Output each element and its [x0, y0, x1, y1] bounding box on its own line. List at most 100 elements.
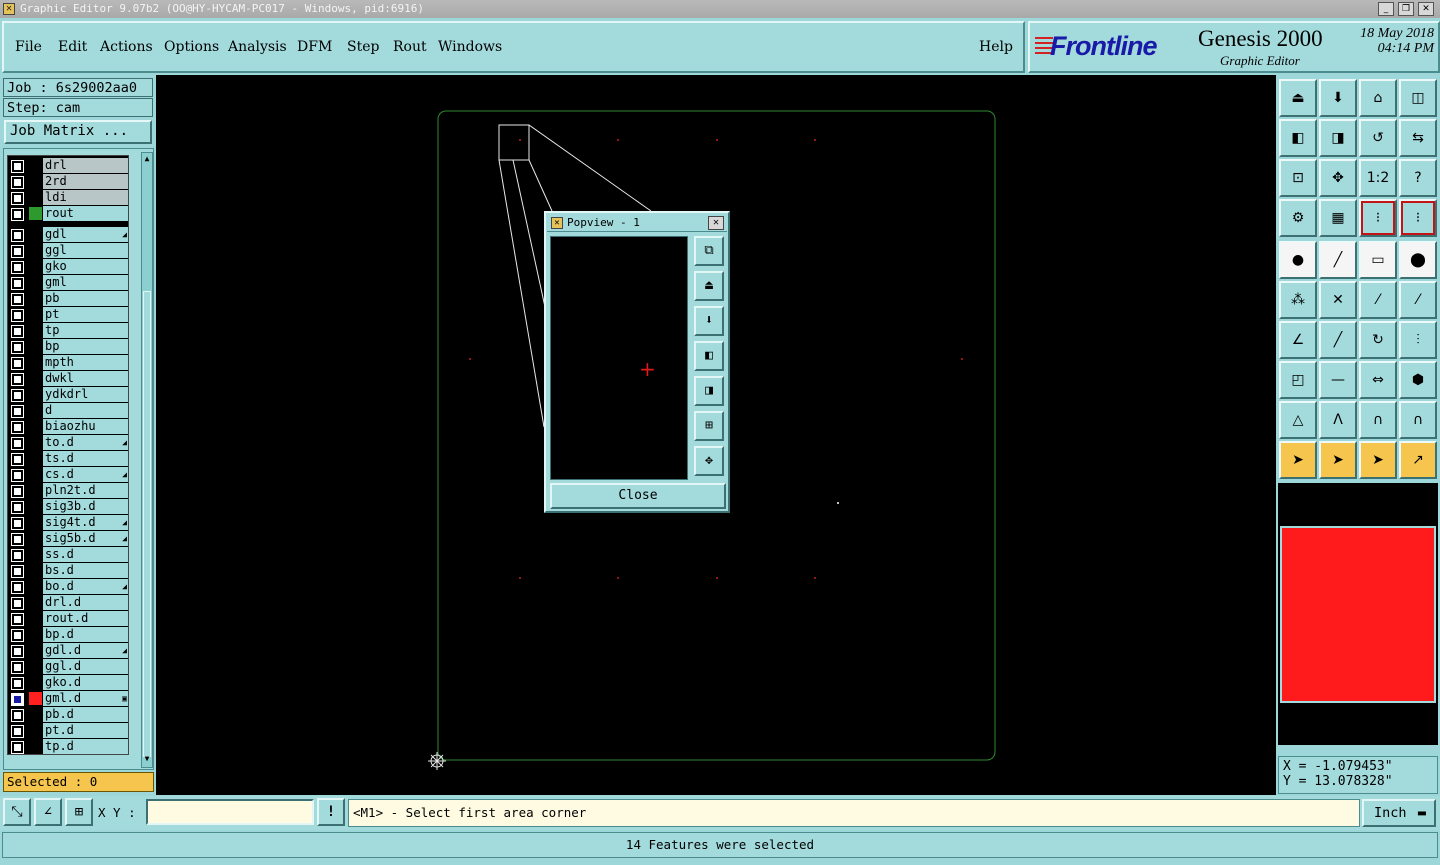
layer-checkbox[interactable]	[11, 549, 24, 562]
layer-checkbox[interactable]	[11, 693, 24, 706]
zoom-in-icon[interactable]: ⊞	[694, 411, 724, 441]
pan-down-icon[interactable]: ⬇	[694, 306, 724, 336]
layer-row[interactable]: drl.d	[8, 595, 130, 611]
layer-row[interactable]: gml	[8, 275, 130, 291]
shapes-icon[interactable]: ⬢	[1399, 361, 1437, 399]
menu-options[interactable]: Options	[164, 39, 219, 55]
align-icon[interactable]: ⫶	[1399, 321, 1437, 359]
layer-row[interactable]: sig5b.d ◢	[8, 531, 130, 547]
layer-row[interactable]: d	[8, 403, 130, 419]
pan-left-tool-icon[interactable]: ◧	[1279, 119, 1317, 157]
pan-up-icon[interactable]: ⏏	[694, 271, 724, 301]
layer-checkbox[interactable]	[11, 645, 24, 658]
menu-edit[interactable]: Edit	[58, 39, 87, 55]
layer-row[interactable]: bo.d ◢	[8, 579, 130, 595]
net-nodes-icon[interactable]: ⁂	[1279, 281, 1317, 319]
layer-row[interactable]: 2rd	[8, 174, 130, 190]
layer-checkbox[interactable]	[11, 421, 24, 434]
delete-node-icon[interactable]: ✕	[1319, 281, 1357, 319]
rotate-icon[interactable]: ↺	[1359, 119, 1397, 157]
layers-compare-icon[interactable]: ⁝	[1359, 199, 1397, 237]
layer-row[interactable]: pb.d	[8, 707, 130, 723]
angle-line-icon[interactable]: ∠	[1279, 321, 1317, 359]
pan-right-tool-icon[interactable]: ◨	[1319, 119, 1357, 157]
menu-help[interactable]: Help	[979, 39, 1013, 55]
layer-checkbox[interactable]	[11, 373, 24, 386]
layer-color-swatch[interactable]	[29, 692, 42, 705]
layer-row[interactable]: gko.d	[8, 675, 130, 691]
scroll-thumb[interactable]	[143, 291, 151, 757]
mirror-icon[interactable]: ⇆	[1399, 119, 1437, 157]
grid-icon[interactable]: ▦	[1319, 199, 1357, 237]
layer-checkbox[interactable]	[11, 741, 24, 754]
popview-close-button[interactable]: Close	[550, 483, 726, 509]
layer-checkbox[interactable]	[11, 517, 24, 530]
layer-row[interactable]: cs.d ◢	[8, 467, 130, 483]
extend-line-icon[interactable]: ⁄	[1399, 281, 1437, 319]
layer-row[interactable]: drl	[8, 158, 130, 174]
layer-checkbox[interactable]	[11, 192, 24, 205]
layer-checkbox[interactable]	[11, 389, 24, 402]
menu-rout[interactable]: Rout	[393, 39, 427, 55]
select-box-icon[interactable]: ➤	[1319, 441, 1357, 479]
layer-scrollbar[interactable]: ▲ ▼	[141, 152, 153, 768]
menu-file[interactable]: File	[15, 39, 42, 55]
layer-checkbox[interactable]	[11, 309, 24, 322]
snap-grid-icon[interactable]: ⊞	[65, 798, 93, 826]
layer-row[interactable]: gdl ◢	[8, 227, 130, 243]
pan-right-icon[interactable]: ◨	[694, 376, 724, 406]
pad-select-icon[interactable]: ⬤	[1399, 241, 1437, 279]
zoom-home-icon[interactable]: ⊡	[1279, 159, 1317, 197]
menu-analysis[interactable]: Analysis	[228, 39, 287, 55]
layer-row[interactable]: to.d ◢	[8, 435, 130, 451]
layer-checkbox[interactable]	[11, 293, 24, 306]
menu-dfm[interactable]: DFM	[297, 39, 332, 55]
layer-checkbox[interactable]	[11, 597, 24, 610]
layer-row[interactable]: pt	[8, 307, 130, 323]
zoom-window-icon[interactable]: ⧉	[694, 236, 724, 266]
layer-checkbox[interactable]	[11, 160, 24, 173]
select-step-icon[interactable]: ↗	[1399, 441, 1437, 479]
layer-checkbox[interactable]	[11, 565, 24, 578]
home-icon[interactable]: ⌂	[1359, 79, 1397, 117]
layers-snap-icon[interactable]: ⁝	[1399, 199, 1437, 237]
layer-row[interactable]: biaozhu	[8, 419, 130, 435]
layer-checkbox[interactable]	[11, 453, 24, 466]
pad-add-icon[interactable]: ●	[1279, 241, 1317, 279]
layer-color-swatch[interactable]	[29, 207, 42, 220]
layer-row[interactable]: rout	[8, 206, 130, 222]
menu-step[interactable]: Step	[347, 39, 379, 55]
layer-checkbox[interactable]	[11, 581, 24, 594]
layer-row[interactable]: pt.d	[8, 723, 130, 739]
layer-row[interactable]: gko	[8, 259, 130, 275]
layer-row[interactable]: bp.d	[8, 627, 130, 643]
layer-checkbox[interactable]	[11, 485, 24, 498]
measure-icon[interactable]: ⇔	[1359, 361, 1397, 399]
layer-row[interactable]: ydkdrl	[8, 387, 130, 403]
layer-row[interactable]: sig4t.d ◢	[8, 515, 130, 531]
layer-checkbox[interactable]	[11, 208, 24, 221]
exclaim-button[interactable]: !	[317, 798, 345, 826]
popview-canvas[interactable]: +	[550, 236, 688, 480]
layer-row[interactable]: pln2t.d	[8, 483, 130, 499]
scroll-up-icon[interactable]: ▲	[142, 154, 152, 166]
arch-icon[interactable]: ∩	[1359, 401, 1397, 439]
layer-checkbox[interactable]	[11, 533, 24, 546]
layer-checkbox[interactable]	[11, 629, 24, 642]
layer-checkbox[interactable]	[11, 677, 24, 690]
xy-input[interactable]	[146, 799, 314, 825]
layer-checkbox[interactable]	[11, 245, 24, 258]
settings-icon[interactable]: ⚙	[1279, 199, 1317, 237]
layer-checkbox[interactable]	[11, 261, 24, 274]
help-query-icon[interactable]: ?	[1399, 159, 1437, 197]
zoom-center-icon[interactable]: ✥	[1319, 159, 1357, 197]
layer-row[interactable]: gml.d ▣	[8, 691, 130, 707]
view-bottom-icon[interactable]: ⬇	[1319, 79, 1357, 117]
minimize-button[interactable]: _	[1378, 2, 1394, 16]
overview-panel[interactable]	[1278, 483, 1438, 745]
diagonal-line-icon[interactable]: ╱	[1319, 321, 1357, 359]
select-arrow-icon[interactable]: ➤	[1279, 441, 1317, 479]
snap-line-icon[interactable]: ⤡	[3, 798, 31, 826]
triangle-icon[interactable]: △	[1279, 401, 1317, 439]
ruler-icon[interactable]: ▭	[1359, 241, 1397, 279]
